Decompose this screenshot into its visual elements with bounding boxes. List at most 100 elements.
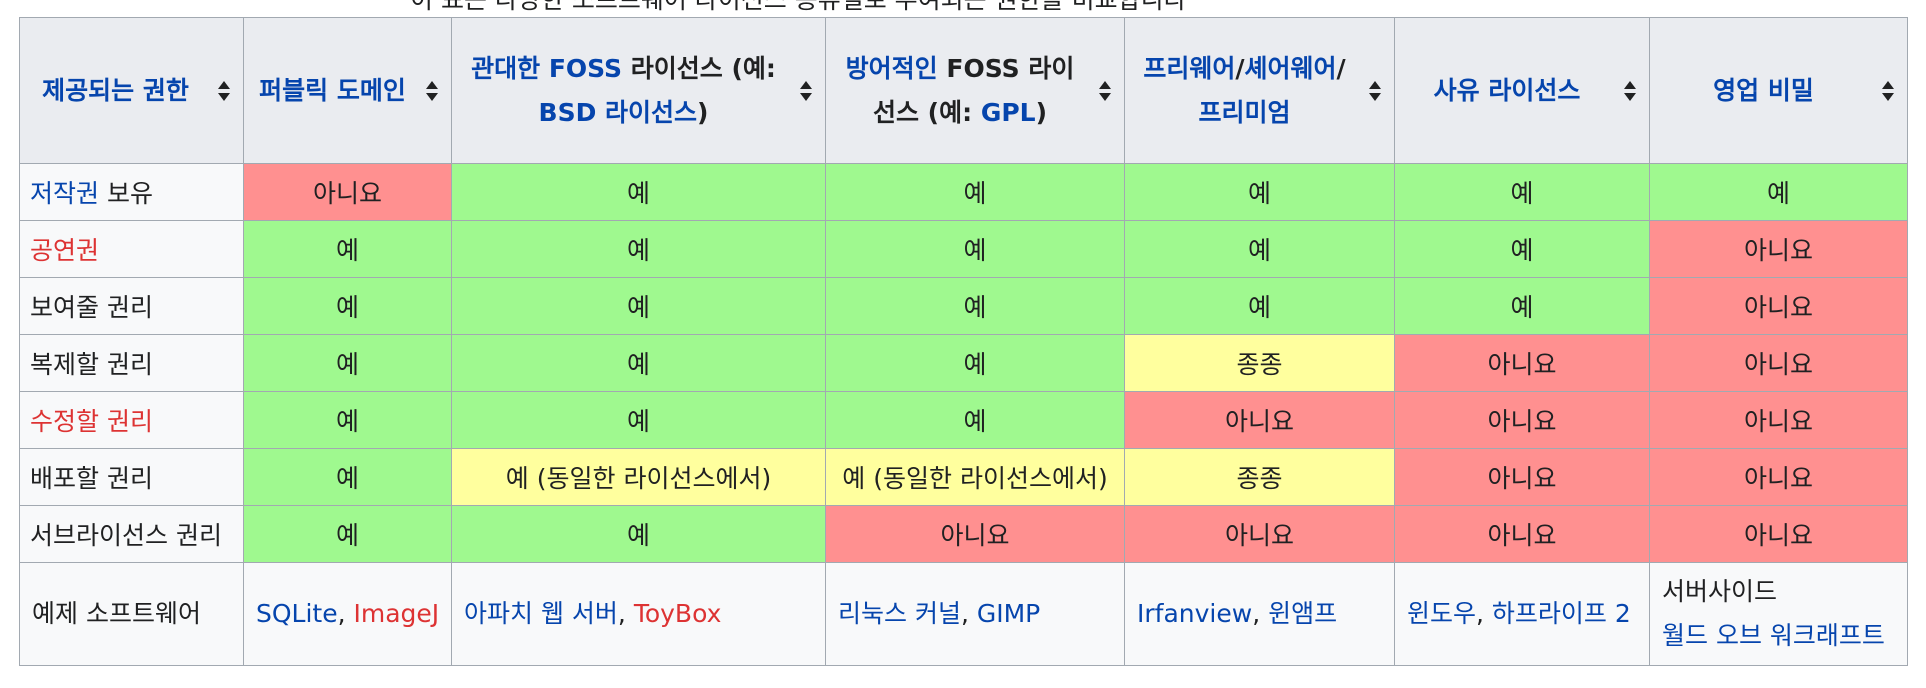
row-header: 배포할 권리 [19, 448, 244, 506]
column-header-label: 방어적인 FOSS 라이선스 (예: GPL) [846, 54, 1075, 127]
column-header[interactable]: 관대한 FOSS 라이선스 (예: BSD 라이선스) [451, 17, 826, 164]
example-link-part[interactable]: SQLite [256, 599, 338, 628]
row-header: 보여줄 권리 [19, 277, 244, 335]
example-software-cell: 윈도우, 하프라이프 2 [1394, 562, 1650, 666]
example-link-part[interactable]: 하프라이프 2 [1492, 599, 1631, 628]
header-part: ) [1035, 97, 1048, 127]
example-link-part[interactable]: 리눅스 커널 [838, 599, 961, 628]
status-cell-no: 아니요 [825, 505, 1125, 563]
column-header[interactable]: 영업 비밀 [1649, 17, 1908, 164]
row-header-part: 서브라이선스 권리 [30, 521, 222, 550]
status-cell-yes: 예 [825, 334, 1125, 392]
example-link-part: , [617, 599, 634, 628]
table-body: 저작권 보유 아니요 예 예 예 예 예 공연권 예 예 예 예 예 아니요 보여줄 권리 예 예 예 예 예 아니요 복… [19, 163, 1908, 666]
example-link-part[interactable]: 윈도우 [1407, 599, 1476, 628]
status-cell-no: 아니요 [1394, 448, 1650, 506]
table-row: 복제할 권리 예 예 예 종종 아니요 아니요 [19, 334, 1908, 392]
header-part[interactable]: 셰어웨어 [1245, 54, 1337, 83]
header-part[interactable]: 프리웨어 [1143, 54, 1235, 83]
example-link-part[interactable]: ToyBox [634, 599, 722, 628]
header-part[interactable]: 제공되는 권한 [42, 76, 189, 105]
status-cell-no: 아니요 [1394, 391, 1650, 449]
header-part[interactable]: 사유 라이선스 [1434, 76, 1581, 105]
table-row: 공연권 예 예 예 예 예 아니요 [19, 220, 1908, 278]
status-cell-no: 아니요 [1394, 505, 1650, 563]
status-cell-yes: 예 [451, 277, 826, 335]
column-header-label: 프리웨어/셰어웨어/프리미엄 [1143, 54, 1345, 127]
sort-arrows-icon[interactable] [217, 79, 231, 103]
example-software-cell: Irfanview, 윈앰프 [1124, 562, 1395, 666]
example-link-part[interactable]: ImageJ [354, 599, 440, 628]
status-cell-no: 아니요 [1649, 505, 1908, 563]
sort-arrows-icon[interactable] [1881, 79, 1895, 103]
example-link-part: , [1252, 599, 1269, 628]
sort-arrows-icon[interactable] [425, 79, 439, 103]
table-row: 저작권 보유 아니요 예 예 예 예 예 [19, 163, 1908, 221]
header-part[interactable]: 프리미엄 [1198, 98, 1290, 127]
status-cell-yes: 예 [1394, 277, 1650, 335]
status-cell-yes: 예 [451, 220, 826, 278]
status-cell-no: 아니요 [1649, 448, 1908, 506]
header-part[interactable]: BSD 라이선스 [539, 98, 698, 127]
example-link-part[interactable]: 윈앰프 [1268, 599, 1337, 628]
license-comparison-table: 제공되는 권한 퍼블릭 도메인 관대한 FOSS 라이선스 (예: BSD 라이선스… [19, 17, 1908, 666]
status-cell-yes: 예 [451, 334, 826, 392]
example-software-cell: 아파치 웹 서버, ToyBox [451, 562, 826, 666]
example-link-part: , [960, 599, 977, 628]
column-header-label: 사유 라이선스 [1434, 76, 1581, 105]
status-cell-yes: 예 [451, 505, 826, 563]
column-header-label: 제공되는 권한 [42, 76, 189, 105]
row-header: 복제할 권리 [19, 334, 244, 392]
status-cell-yes: 예 [825, 163, 1125, 221]
column-header[interactable]: 퍼블릭 도메인 [243, 17, 452, 164]
header-part: / [1336, 53, 1346, 83]
example-link-part[interactable]: GIMP [977, 599, 1040, 628]
column-header[interactable]: 프리웨어/셰어웨어/프리미엄 [1124, 17, 1395, 164]
row-header-part[interactable]: 공연권 [30, 236, 99, 265]
header-part[interactable]: 영업 비밀 [1713, 76, 1814, 105]
status-cell-yes: 예 [243, 505, 452, 563]
status-cell-no: 아니요 [243, 163, 452, 221]
status-cell-some: 예 (동일한 라이선스에서) [451, 448, 826, 506]
example-link-part[interactable]: 아파치 웹 서버 [464, 599, 618, 628]
caption-text: 이 표는 다양한 소프트웨어 라이선스 종류별로 부여되는 권한을 비교합니다 [410, 0, 1187, 12]
status-cell-some: 예 (동일한 라이선스에서) [825, 448, 1125, 506]
header-part: ) [697, 97, 709, 127]
example-link-part[interactable]: 월드 오브 워크래프트 [1662, 621, 1885, 650]
example-software-row: 예제 소프트웨어 SQLite, ImageJ 아파치 웹 서버, ToyBox 리눅… [19, 562, 1908, 666]
sort-arrows-icon[interactable] [1368, 79, 1382, 103]
column-header[interactable]: 제공되는 권한 [19, 17, 244, 164]
status-cell-no: 아니요 [1394, 334, 1650, 392]
status-cell-some: 종종 [1124, 334, 1395, 392]
row-header-part: 배포할 권리 [30, 464, 153, 493]
status-cell-some: 종종 [1124, 448, 1395, 506]
status-cell-yes: 예 [825, 391, 1125, 449]
column-header[interactable]: 방어적인 FOSS 라이선스 (예: GPL) [825, 17, 1125, 164]
header-part[interactable]: 퍼블릭 도메인 [259, 76, 406, 105]
header-part[interactable]: 관대한 [471, 54, 540, 83]
header-part[interactable]: GPL [981, 98, 1036, 127]
row-header: 예제 소프트웨어 [19, 562, 244, 666]
example-software-cell: SQLite, ImageJ [243, 562, 452, 666]
example-link-part: , [1476, 599, 1492, 628]
column-header-label: 영업 비밀 [1713, 76, 1814, 105]
status-cell-yes: 예 [825, 220, 1125, 278]
sort-arrows-icon[interactable] [799, 79, 813, 103]
example-link-part[interactable]: Irfanview [1137, 599, 1252, 628]
row-header-part[interactable]: 저작권 [30, 179, 99, 208]
clipped-caption: 이 표는 다양한 소프트웨어 라이선스 종류별로 부여되는 권한을 비교합니다 [0, 0, 1926, 12]
header-part[interactable]: 방어적인 [846, 54, 938, 83]
table-row: 배포할 권리 예 예 (동일한 라이선스에서) 예 (동일한 라이선스에서) 종종 아니요… [19, 448, 1908, 506]
row-header: 저작권 보유 [19, 163, 244, 221]
table-row: 서브라이선스 권리 예 예 아니요 아니요 아니요 아니요 [19, 505, 1908, 563]
header-part[interactable]: FOSS [540, 54, 622, 83]
sort-arrows-icon[interactable] [1623, 79, 1637, 103]
row-header-part[interactable]: 수정할 권리 [30, 407, 153, 436]
status-cell-yes: 예 [1124, 277, 1395, 335]
column-header[interactable]: 사유 라이선스 [1394, 17, 1650, 164]
row-header-part: 보여줄 권리 [30, 293, 153, 322]
table-row: 보여줄 권리 예 예 예 예 예 아니요 [19, 277, 1908, 335]
sort-arrows-icon[interactable] [1098, 79, 1112, 103]
status-cell-no: 아니요 [1649, 220, 1908, 278]
table-row: 수정할 권리 예 예 예 아니요 아니요 아니요 [19, 391, 1908, 449]
